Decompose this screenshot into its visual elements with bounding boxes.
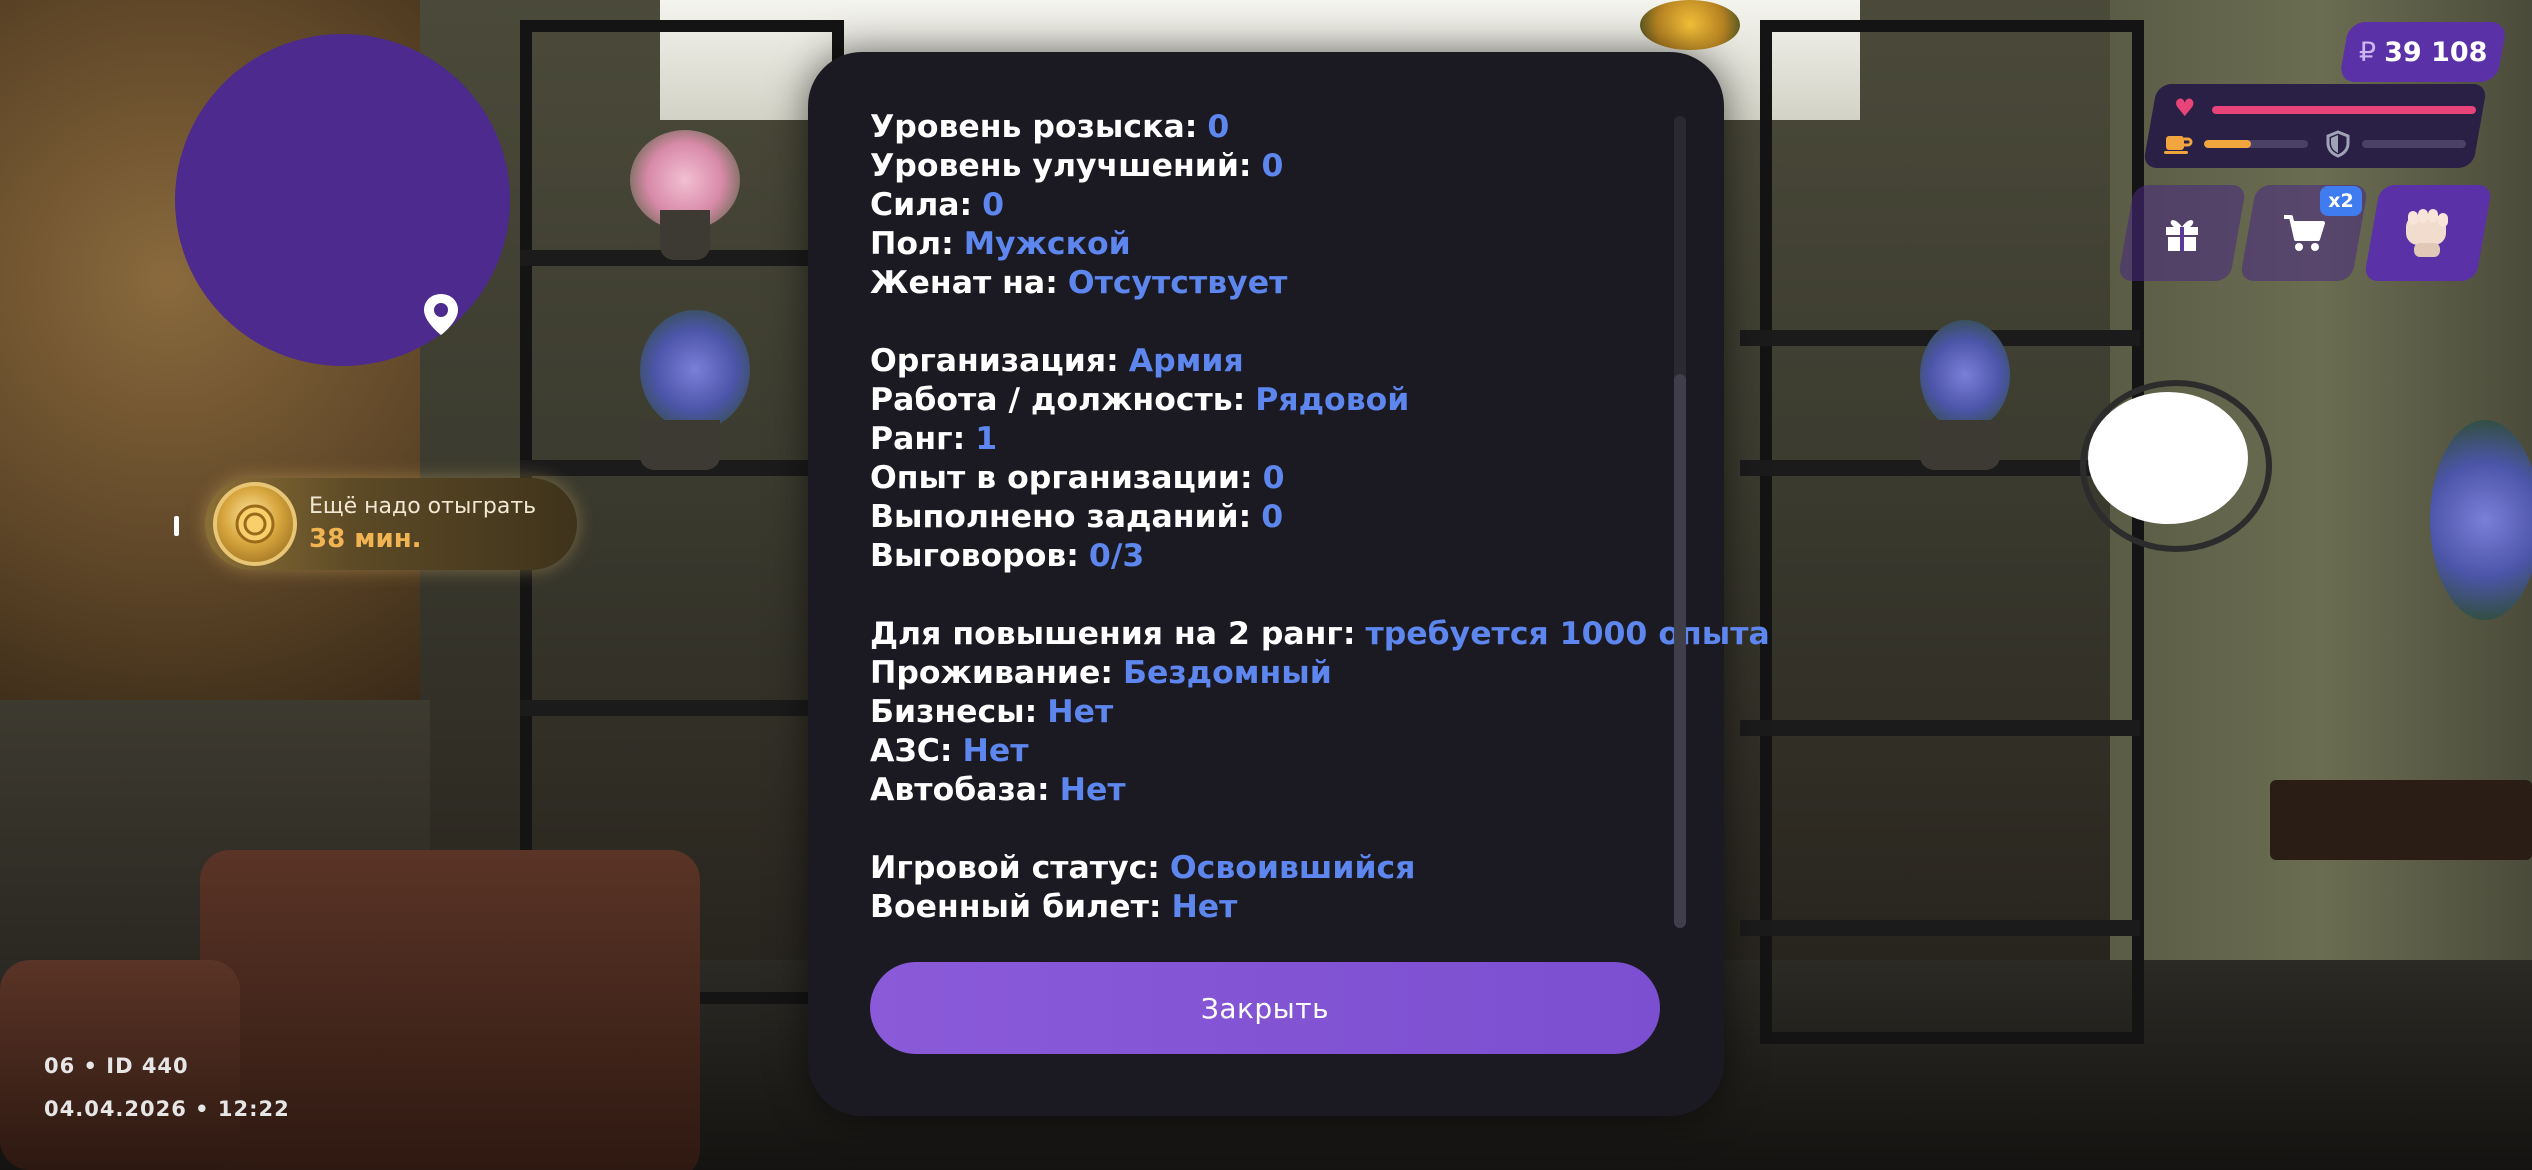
stat-label: Ранг: [870, 421, 966, 457]
stat-row: Уровень розыска: 0 [870, 108, 1790, 147]
stat-value: 0 [982, 187, 1005, 223]
stat-label: Уровень розыска: [870, 109, 1198, 145]
armor-shield-icon [2326, 130, 2350, 158]
datetime-label: 04.04.2026 • 12:22 [44, 1097, 290, 1121]
hunger-bar [2204, 140, 2308, 148]
shelf-plank [1740, 720, 2140, 736]
stat-row: Опыт в организации: 0 [870, 459, 1790, 498]
stat-label: АЗС: [870, 733, 953, 769]
stat-row: Выполнено заданий: 0 [870, 498, 1790, 537]
gift-icon [2166, 220, 2198, 251]
playtime-reward-widget[interactable]: Ещё надо отыграть 38 мин. [205, 478, 577, 570]
stat-value: Нет [1047, 694, 1114, 730]
reward-coin-icon [213, 482, 297, 566]
stat-label: Организация: [870, 343, 1119, 379]
stat-label: Игровой статус: [870, 850, 1160, 886]
stat-label: Сила: [870, 187, 973, 223]
stat-row: Военный билет: Нет [870, 888, 1790, 927]
stat-row: Игровой статус: Освоившийся [870, 849, 1790, 888]
stat-value: Отсутствует [1067, 265, 1288, 301]
armchair [200, 850, 700, 1170]
blue-flower-plant [2430, 420, 2532, 620]
world-object-marker [2088, 392, 2248, 524]
stat-label: Пол: [870, 226, 954, 262]
server-id-label: 06 • ID 440 [44, 1054, 189, 1078]
stat-label: Опыт в организации: [870, 460, 1253, 496]
playtime-remaining: 38 мин. [309, 524, 422, 554]
character-stats-dialog: Уровень розыска: 0 Уровень улучшений: 0 Си… [808, 52, 1770, 1116]
stat-label: Военный билет: [870, 889, 1162, 925]
close-button[interactable]: Закрыть [870, 962, 1660, 1054]
shelf-plank [520, 700, 840, 716]
stat-row: Проживание: Бездомный [870, 654, 1790, 693]
stat-label: Выговоров: [870, 538, 1079, 574]
stat-value: 0 [1261, 148, 1284, 184]
armor-bar [2362, 140, 2466, 148]
stat-label: Для повышения на 2 ранг: [870, 616, 1356, 652]
stat-row: АЗС: Нет [870, 732, 1790, 771]
money-amount: 39 108 [2383, 36, 2488, 68]
stat-value: Нет [1059, 772, 1126, 808]
stat-row: Для повышения на 2 ранг: требуется 1000 … [870, 615, 1790, 654]
hunger-cup-icon [2164, 136, 2193, 154]
stats-list: Уровень розыска: 0 Уровень улучшений: 0 Си… [870, 108, 1790, 927]
stat-value: Нет [962, 733, 1029, 769]
blue-flower-plant [1920, 320, 2010, 430]
location-pin-icon[interactable] [418, 291, 464, 337]
stat-row: Ранг: 1 [870, 420, 1790, 459]
ruble-icon: ₽ [2358, 36, 2376, 68]
yellow-flower-plant [1640, 0, 1740, 50]
stat-label: Женат на: [870, 265, 1058, 301]
stat-row: Работа / должность: Рядовой [870, 381, 1790, 420]
side-table [2270, 780, 2532, 860]
stat-label: Автобаза: [870, 772, 1050, 808]
plant-pot [1920, 420, 2000, 470]
plant-pot [660, 210, 710, 260]
money-badge: ₽ 39 108 [2338, 22, 2508, 82]
stat-label: Проживание: [870, 655, 1113, 691]
stat-value: требуется 1000 опыта [1365, 616, 1770, 652]
fist-icon [2406, 209, 2448, 257]
playtime-label: Ещё надо отыграть [309, 494, 537, 519]
heart-icon: ♥ [2174, 94, 2196, 122]
dialog-scrollbar[interactable] [1674, 116, 1686, 928]
stat-value: Бездомный [1122, 655, 1332, 691]
stat-value: Мужской [963, 226, 1131, 262]
map-marker-tick [174, 516, 179, 536]
stat-value: 0 [1261, 499, 1284, 535]
stat-label: Работа / должность: [870, 382, 1246, 418]
cart-icon [2284, 215, 2325, 251]
stat-row: Организация: Армия [870, 342, 1790, 381]
stat-value: Армия [1128, 343, 1244, 379]
stat-value: Рядовой [1255, 382, 1410, 418]
stat-row: Уровень улучшений: 0 [870, 147, 1790, 186]
stat-row: Выговоров: 0/3 [870, 537, 1790, 576]
stat-value: 0/3 [1088, 538, 1145, 574]
stat-value: 0 [1207, 109, 1230, 145]
scrollbar-thumb[interactable] [1674, 374, 1686, 928]
stat-row: Бизнесы: Нет [870, 693, 1790, 732]
stat-row: Автобаза: Нет [870, 771, 1790, 810]
right-shelf-frame [1760, 20, 2144, 1044]
stat-value: 1 [975, 421, 998, 457]
gift-button[interactable] [2117, 185, 2247, 281]
plant-pot [640, 420, 720, 470]
shelf-plank [1740, 920, 2140, 936]
stat-label: Уровень улучшений: [870, 148, 1252, 184]
multiplier-badge: x2 [2320, 186, 2362, 216]
health-bar [2212, 106, 2476, 114]
stat-row: Сила: 0 [870, 186, 1790, 225]
fist-weapon-button[interactable] [2363, 185, 2493, 281]
stat-value: Освоившийся [1169, 850, 1416, 886]
stat-label: Выполнено заданий: [870, 499, 1252, 535]
stat-row: Пол: Мужской [870, 225, 1790, 264]
stat-row: Женат на: Отсутствует [870, 264, 1790, 303]
stat-value: Нет [1171, 889, 1238, 925]
stat-value: 0 [1262, 460, 1285, 496]
blue-flower-plant [640, 310, 750, 430]
stat-label: Бизнесы: [870, 694, 1038, 730]
